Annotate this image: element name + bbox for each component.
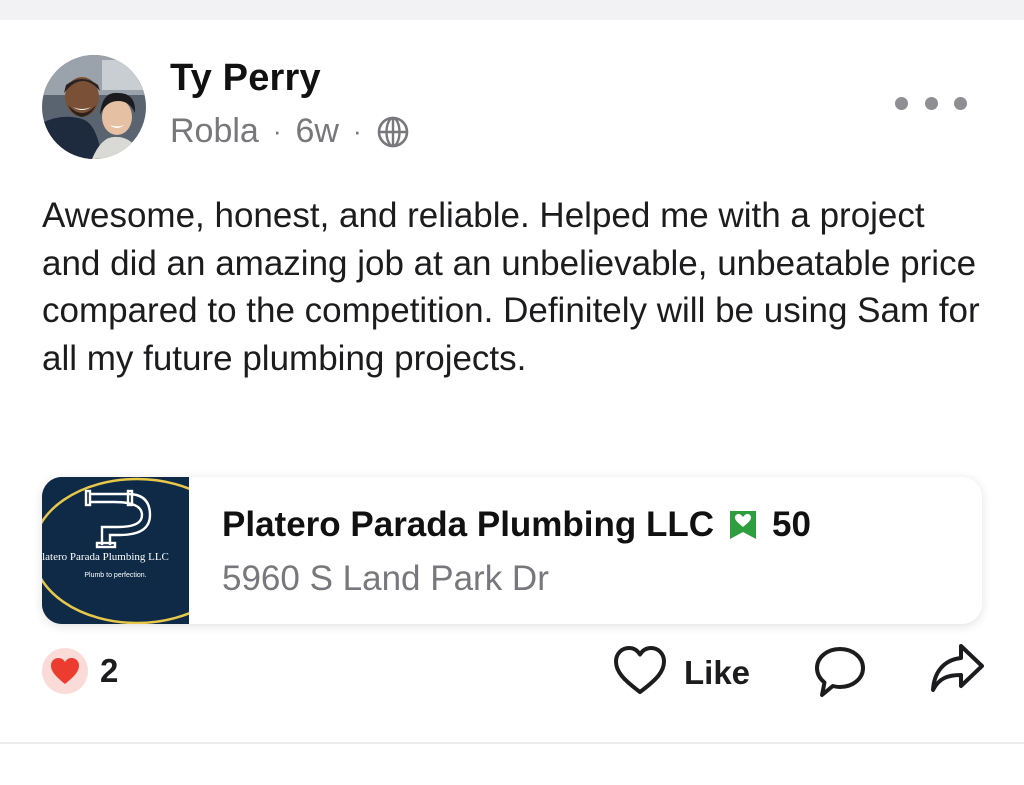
meta-separator: · [352,116,362,146]
bottom-divider-strip [0,742,1024,785]
post-body-text: Awesome, honest, and reliable. Helped me… [42,196,980,378]
reaction-summary[interactable]: 2 [42,648,118,694]
like-label: Like [684,653,751,691]
author-name[interactable]: Ty Perry [170,57,321,100]
logo-business-name: Platero Parada Plumbing LLC [42,551,169,563]
post-meta: Robla · 6w · [170,112,410,151]
more-dot [924,96,938,110]
logo-tagline: Plumb to perfection. [84,572,147,579]
top-divider-strip [0,0,1024,20]
more-dot [954,96,967,110]
like-button[interactable]: Like [612,644,750,701]
comment-bubble-icon[interactable] [812,644,868,700]
avatar-photo [42,55,146,159]
meta-separator: · [272,116,282,146]
business-name-row: Platero Parada Plumbing LLC 50 [222,505,811,545]
neighborhood-fave-badge-icon [728,509,758,541]
post-age: 6w [295,112,339,150]
business-name[interactable]: Platero Parada Plumbing LLC [222,505,714,545]
business-address: 5960 S Land Park Dr [222,559,549,598]
globe-icon [376,115,410,149]
more-dot [895,96,908,110]
business-logo: Platero Parada Plumbing LLC Plumb to per… [42,477,189,624]
business-card[interactable]: Platero Parada Plumbing LLC Plumb to per… [42,477,982,624]
more-options-icon[interactable] [895,88,967,118]
avatar[interactable] [42,55,146,159]
author-location[interactable]: Robla [170,112,259,151]
business-badge-count: 50 [772,505,811,544]
post-card: Ty Perry Robla · 6w · Awesome, honest, a… [0,20,1024,742]
reaction-count: 2 [100,652,119,689]
heart-outline-icon [612,644,668,701]
share-arrow-icon[interactable] [928,640,986,698]
heart-reaction-icon [42,648,88,694]
